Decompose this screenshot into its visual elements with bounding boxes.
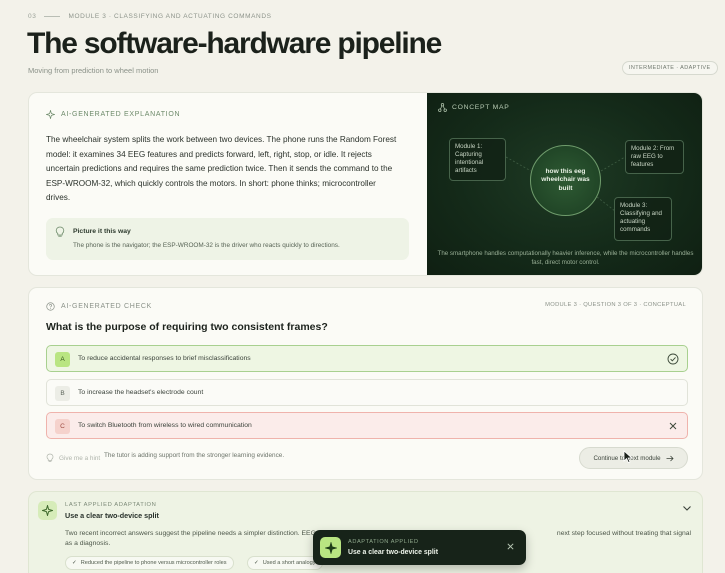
lightbulb-icon [55,226,65,237]
concept-node-module-3[interactable]: Module 3: Classifying and actuating comm… [614,197,672,241]
answer-option-a[interactable]: A To reduce accidental responses to brie… [46,345,688,372]
sparkle-icon [46,110,55,119]
sparkle-icon [42,505,53,516]
check-circle-icon [667,353,679,365]
answer-option-b[interactable]: B To increase the headset's electrode co… [46,379,688,406]
check-icon: ✓ [254,560,259,566]
page-subtitle: Moving from prediction to wheel motion [28,66,159,75]
close-icon[interactable] [506,542,515,551]
chevron-down-icon[interactable] [682,505,692,512]
concept-map-caption: The smartphone handles computationally h… [437,250,694,266]
module-number: 03 [28,13,37,20]
explanation-text: The wheelchair system splits the work be… [46,135,397,203]
option-text: To switch Bluetooth from wireless to wir… [78,422,252,429]
hint-label: Give me a hint [59,454,101,462]
arrow-right-icon [666,455,674,461]
option-text: To reduce accidental responses to brief … [78,355,251,362]
check-header: AI-GENERATED CHECK [46,302,152,311]
question-text: What is the purpose of requiring two con… [46,321,328,333]
adaptation-chip: ✓ Used a short analogy [247,556,323,570]
toast-label: ADAPTATION APPLIED [348,539,419,545]
tutor-status: The tutor is adding support from the str… [104,452,285,459]
option-letter: A [55,352,70,367]
explanation-label: AI-GENERATED EXPLANATION [61,111,181,118]
analogy-text: The phone is the navigator; the ESP-WROO… [73,242,340,249]
concept-node-module-2[interactable]: Module 2: From raw EEG to features [625,140,684,174]
module-breadcrumb: 03 MODULE 3 · CLASSIFYING AND ACTUATING … [28,13,272,20]
question-meta: MODULE 3 · QUESTION 3 OF 3 · CONCEPTUAL [545,302,686,308]
module-label: MODULE 3 · CLASSIFYING AND ACTUATING COM… [68,13,272,20]
check-label: AI-GENERATED CHECK [61,303,153,310]
check-icon: ✓ [72,560,77,566]
adaptation-chip: ✓ Reduced the pipeline to phone versus m… [65,556,234,570]
close-icon [669,422,677,430]
explanation-card: AI-GENERATED EXPLANATION The wheelchair … [28,92,703,276]
check-card: AI-GENERATED CHECK MODULE 3 · QUESTION 3… [28,287,703,480]
continue-button[interactable]: Continue to next module [579,447,688,469]
lightbulb-icon [46,453,54,462]
adaptation-title: Use a clear two-device split [65,511,159,520]
adaptation-body-start: Two recent incorrect answers suggest the… [65,530,325,537]
option-letter: B [55,386,70,401]
mouse-cursor-icon [623,450,633,464]
concept-hub[interactable]: how this eeg wheelchair was built [530,145,601,216]
adaptation-icon [38,501,57,520]
analogy-title: Picture it this way [73,228,131,235]
breadcrumb-divider [44,16,61,17]
lesson-page: 03 MODULE 3 · CLASSIFYING AND ACTUATING … [0,0,725,573]
adaptation-label: LAST APPLIED ADAPTATION [65,502,157,508]
question-circle-icon [46,302,55,311]
hint-button[interactable]: Give me a hint [46,453,100,463]
sparkle-icon [324,541,337,554]
concept-map-panel: CONCEPT MAP how this eeg wheelchair was … [427,93,702,275]
option-text: To increase the headset's electrode coun… [78,389,204,396]
toast-text: Use a clear two-device split [348,549,438,556]
option-letter: C [55,419,70,434]
page-title: The software-hardware pipeline [27,27,442,60]
chip-text: Reduced the pipeline to phone versus mic… [80,560,227,566]
level-badge: INTERMEDIATE · ADAPTIVE [622,61,718,75]
concept-node-module-1[interactable]: Module 1: Capturing intentional artifact… [449,138,506,181]
analogy-box: Picture it this way The phone is the nav… [46,218,409,260]
explanation-header: AI-GENERATED EXPLANATION [46,110,180,119]
toast-icon [320,537,341,558]
chip-text: Used a short analogy [262,560,316,566]
adaptation-toast: ADAPTATION APPLIED Use a clear two-devic… [313,530,526,565]
answer-option-c[interactable]: C To switch Bluetooth from wireless to w… [46,412,688,439]
